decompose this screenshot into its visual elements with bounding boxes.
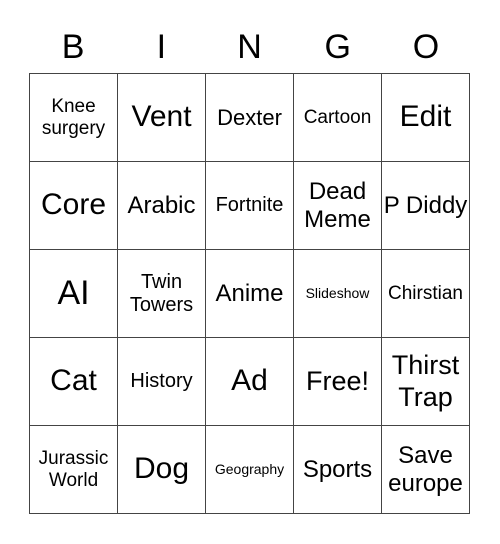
- bingo-cell[interactable]: Twin Towers: [118, 250, 206, 338]
- bingo-cell[interactable]: Slideshow: [294, 250, 382, 338]
- header-letter-n: N: [237, 28, 262, 66]
- bingo-cell[interactable]: AI: [30, 250, 118, 338]
- bingo-cell[interactable]: Cartoon: [294, 74, 382, 162]
- bingo-cell[interactable]: Arabic: [118, 162, 206, 250]
- bingo-cell[interactable]: Cat: [30, 338, 118, 426]
- bingo-cell[interactable]: Edit: [382, 74, 470, 162]
- bingo-cell[interactable]: Save europe: [382, 426, 470, 514]
- bingo-header: B I N G O: [29, 22, 470, 72]
- bingo-cell[interactable]: Dead Meme: [294, 162, 382, 250]
- bingo-cell[interactable]: Jurassic World: [30, 426, 118, 514]
- bingo-cell[interactable]: Core: [30, 162, 118, 250]
- header-letter-b: B: [61, 28, 85, 66]
- bingo-cell[interactable]: Knee surgery: [30, 74, 118, 162]
- bingo-cell[interactable]: Ad: [206, 338, 294, 426]
- bingo-cell[interactable]: Anime: [206, 250, 294, 338]
- bingo-cell[interactable]: P Diddy: [382, 162, 470, 250]
- bingo-cell[interactable]: Vent: [118, 74, 206, 162]
- bingo-grid: Knee surgery Vent Dexter Cartoon Edit Co…: [29, 73, 470, 514]
- header-letter-g: G: [324, 28, 351, 66]
- bingo-cell[interactable]: Geography: [206, 426, 294, 514]
- header-letter-i: I: [156, 28, 167, 66]
- bingo-cell[interactable]: History: [118, 338, 206, 426]
- bingo-cell[interactable]: Chirstian: [382, 250, 470, 338]
- bingo-cell[interactable]: Dog: [118, 426, 206, 514]
- bingo-cell[interactable]: Dexter: [206, 74, 294, 162]
- bingo-cell[interactable]: Fortnite: [206, 162, 294, 250]
- header-letter-o: O: [412, 28, 440, 66]
- bingo-cell[interactable]: Thirst Trap: [382, 338, 470, 426]
- bingo-cell[interactable]: Free!: [294, 338, 382, 426]
- bingo-cell[interactable]: Sports: [294, 426, 382, 514]
